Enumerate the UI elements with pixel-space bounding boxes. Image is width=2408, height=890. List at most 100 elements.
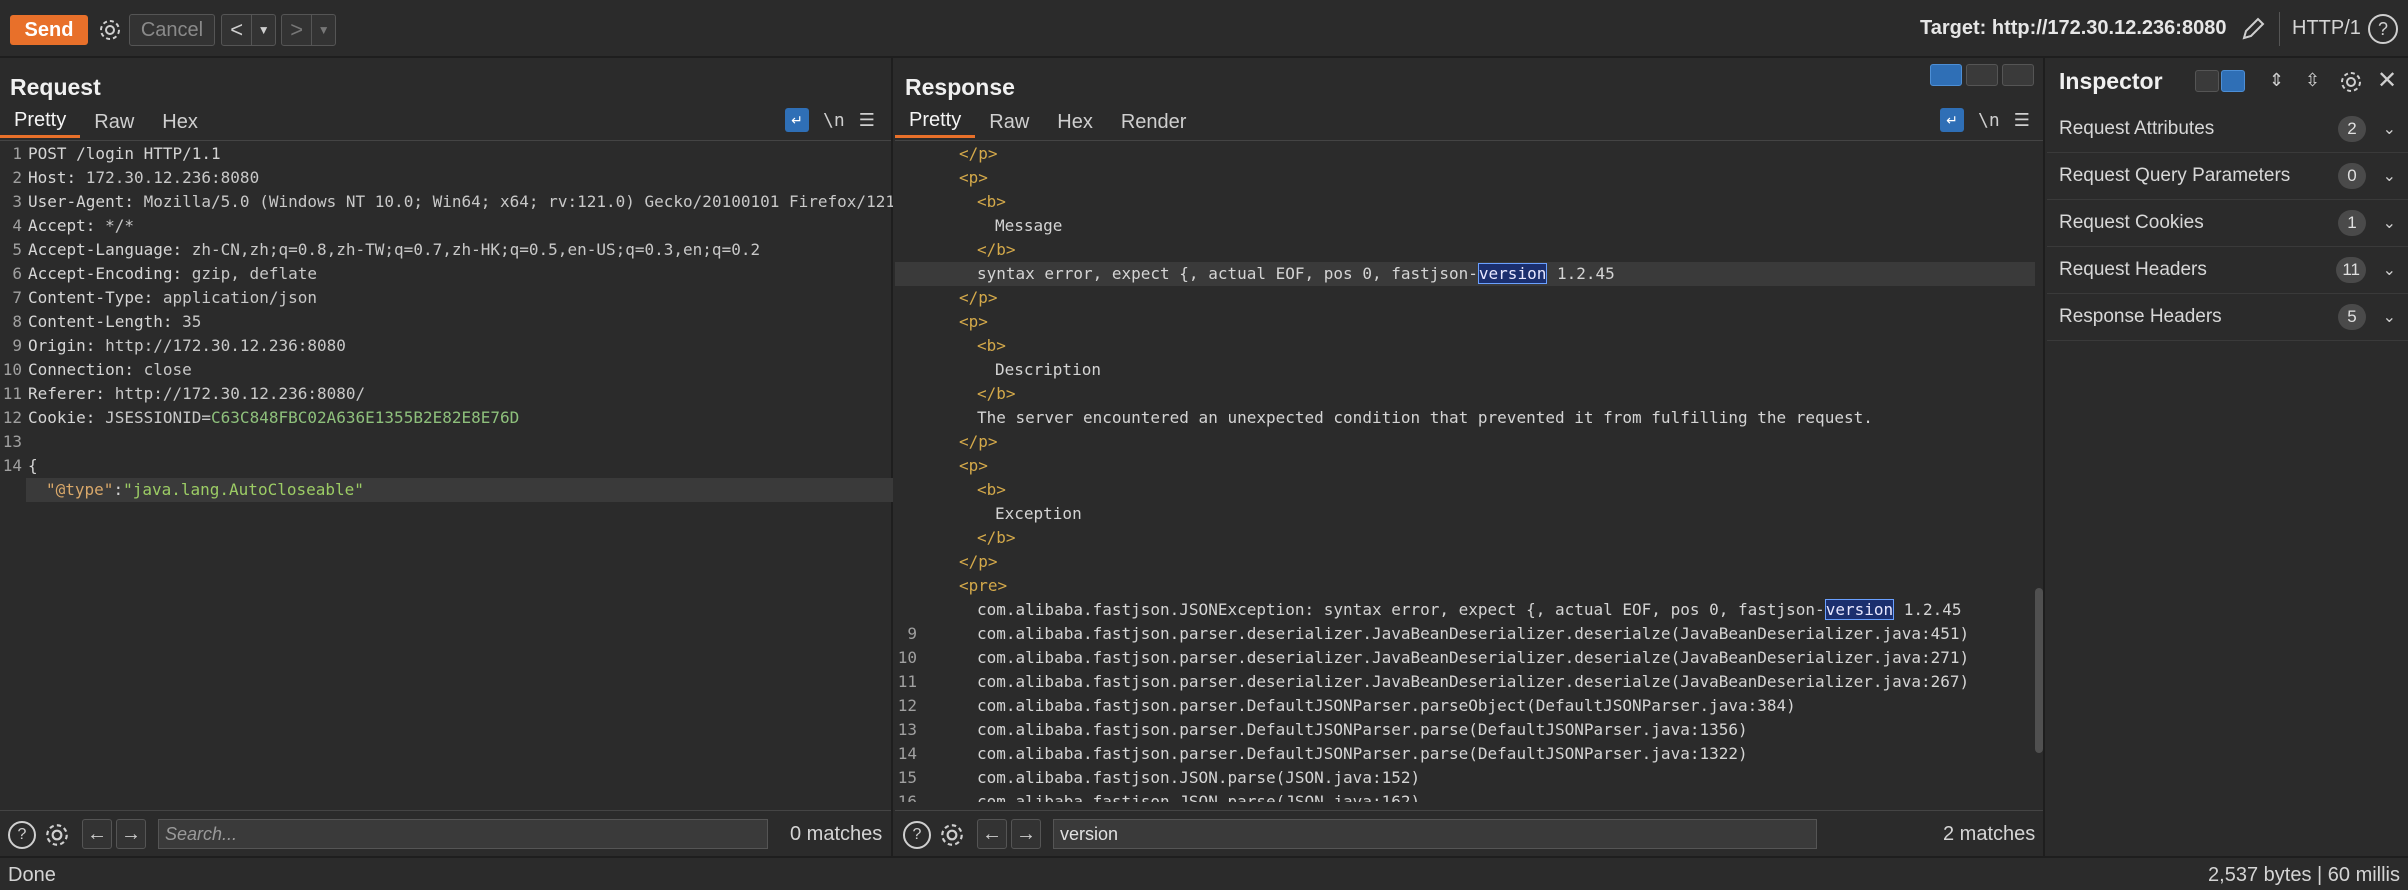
line-number: 12 (897, 696, 917, 715)
response-line: 14 com.alibaba.fastjson.parser.DefaultJSO… (895, 742, 2035, 766)
layout-stacked-icon[interactable] (1966, 64, 1998, 86)
status-text: Done (8, 864, 56, 886)
inspector-layout-group (2195, 70, 2245, 92)
show-newlines-toggle[interactable]: \n (1978, 110, 2000, 131)
inspector-row-request-attributes[interactable]: Request Attributes 2 ⌄ (2047, 106, 2408, 153)
menu-icon[interactable]: ☰ (859, 110, 875, 131)
next-match-arrow-icon[interactable]: → (1011, 819, 1041, 849)
help-icon[interactable]: ? (8, 821, 36, 849)
request-line: 1 POST /login HTTP/1.1 (12, 144, 221, 163)
inspector-row-request-query-parameters[interactable]: Request Query Parameters 0 ⌄ (2047, 153, 2408, 200)
inspector-row-request-headers[interactable]: Request Headers 11 ⌄ (2047, 247, 2408, 294)
request-search-input[interactable]: Search... (158, 819, 768, 849)
response-tab-divider (895, 140, 2043, 141)
response-tab-raw[interactable]: Raw (975, 106, 1043, 138)
response-search-input[interactable]: version (1053, 819, 1817, 849)
request-search-bar: ? ← → Search... 0 matches (0, 810, 891, 856)
response-tab-render[interactable]: Render (1107, 106, 1201, 138)
chevron-down-icon: ⌄ (2382, 262, 2396, 279)
forward-history-group: > ▼ (281, 14, 336, 46)
back-arrow-icon[interactable]: < (222, 15, 251, 45)
response-line: <pre> (959, 576, 1008, 595)
search-settings-gear-icon[interactable] (42, 820, 72, 850)
menu-icon[interactable]: ☰ (2014, 110, 2030, 131)
request-panel: Request Pretty Raw Hex ↵ \n ☰ 1 POST /log… (0, 58, 893, 856)
response-panel: Response Pretty Raw Hex Render ↵ \n ☰ </… (895, 58, 2045, 856)
edit-target-pencil-icon[interactable] (2238, 14, 2268, 44)
request-tab-pretty[interactable]: Pretty (0, 106, 81, 138)
burp-repeater-window: Send Cancel < ▼ > ▼ Target: http://172.3… (0, 0, 2408, 890)
wrap-lines-icon[interactable]: ↵ (1940, 108, 1964, 132)
chevron-down-icon: ⌄ (2382, 121, 2396, 138)
request-line: 2 Host: 172.30.12.236:8080 (12, 168, 260, 187)
back-dropdown-icon[interactable]: ▼ (251, 15, 275, 45)
target-label: Target: http://172.30.12.236:8080 (1920, 17, 2227, 39)
inspector-settings-gear-icon[interactable] (2337, 68, 2365, 96)
response-tab-hex[interactable]: Hex (1043, 106, 1107, 138)
expand-all-icon[interactable]: ⇕ (2269, 70, 2284, 91)
request-editor[interactable]: 1 POST /login HTTP/1.1 2 Host: 172.30.12.2… (0, 142, 893, 802)
help-icon[interactable]: ? (2368, 14, 2398, 44)
response-line: </p> (959, 144, 998, 163)
show-newlines-toggle[interactable]: \n (823, 110, 845, 131)
help-icon[interactable]: ? (903, 821, 931, 849)
count-badge: 5 (2338, 304, 2366, 330)
response-match-count: 2 matches (1943, 823, 2036, 845)
previous-match-arrow-icon[interactable]: ← (82, 819, 112, 849)
search-settings-gear-icon[interactable] (937, 820, 967, 850)
line-number: 13 (897, 720, 917, 739)
next-match-arrow-icon[interactable]: → (116, 819, 146, 849)
previous-match-arrow-icon[interactable]: ← (977, 819, 1007, 849)
line-number: 9 (907, 624, 917, 643)
request-line: 8 Content-Length: 35 (12, 312, 202, 331)
response-search-bar: ? ← → version 2 matches (895, 810, 2043, 856)
response-line: 11 com.alibaba.fastjson.parser.deserializ… (895, 670, 2035, 694)
wrap-lines-icon[interactable]: ↵ (785, 108, 809, 132)
inspector-layout-right-icon[interactable] (2221, 70, 2245, 92)
request-match-count: 0 matches (790, 823, 883, 845)
response-line: Exception (995, 504, 1082, 523)
inspector-row-request-cookies[interactable]: Request Cookies 1 ⌄ (2047, 200, 2408, 247)
response-line: 16 com.alibaba.fastjson.JSON.parse(JSON.j… (895, 790, 2035, 802)
response-scrollbar[interactable] (2035, 588, 2043, 753)
response-tabs: Pretty Raw Hex Render (895, 106, 1200, 138)
response-title: Response (905, 74, 1015, 100)
chevron-down-icon: ⌄ (2382, 309, 2396, 326)
count-badge: 0 (2338, 163, 2366, 189)
forward-arrow-icon[interactable]: > (282, 15, 311, 45)
layout-side-by-side-icon[interactable] (1930, 64, 1962, 86)
response-line: 10 com.alibaba.fastjson.parser.deserializ… (895, 646, 2035, 670)
response-tab-pretty[interactable]: Pretty (895, 106, 976, 138)
inspector-row-response-headers[interactable]: Response Headers 5 ⌄ (2047, 294, 2408, 341)
layout-single-icon[interactable] (2002, 64, 2034, 86)
http-version-label[interactable]: HTTP/1 (2292, 17, 2361, 40)
response-line: 9 com.alibaba.fastjson.parser.deserialize… (895, 622, 2035, 646)
response-line: <p> (959, 312, 988, 331)
request-line: 7 Content-Type: application/json (12, 288, 317, 307)
settings-gear-icon[interactable] (96, 16, 124, 44)
request-line: 5 Accept-Language: zh-CN,zh;q=0.8,zh-TW;q… (12, 240, 761, 259)
request-line: 11 Referer: http://172.30.12.236:8080/ (2, 384, 366, 403)
response-line: Description (995, 360, 1101, 379)
close-icon[interactable]: ✕ (2377, 66, 2397, 95)
inspector-layout-left-icon[interactable] (2195, 70, 2219, 92)
response-line: syntax error, expect {, actual EOF, pos … (895, 262, 2035, 286)
forward-dropdown-icon[interactable]: ▼ (311, 15, 335, 45)
json-key: "@type" (46, 480, 114, 499)
response-line: <b> (977, 192, 1006, 211)
search-match-highlight: version (1824, 599, 1895, 620)
request-tab-raw[interactable]: Raw (80, 106, 148, 138)
search-match-highlight: version (1477, 263, 1548, 284)
chevron-down-icon: ⌄ (2382, 215, 2396, 232)
collapse-all-icon[interactable]: ⇳ (2305, 70, 2320, 91)
request-tab-hex[interactable]: Hex (148, 106, 212, 138)
send-button[interactable]: Send (10, 15, 88, 45)
response-line: </p> (959, 552, 998, 571)
line-number: 16 (897, 792, 917, 802)
response-editor-tools: ↵ \n ☰ (1940, 108, 2030, 132)
cancel-button[interactable]: Cancel (129, 14, 215, 46)
response-line: </p> (959, 432, 998, 451)
chevron-down-icon: ⌄ (2382, 168, 2396, 185)
response-editor[interactable]: </p> <p> <b> Message </b> syntax error, expec… (895, 142, 2035, 802)
count-badge: 11 (2336, 257, 2366, 283)
